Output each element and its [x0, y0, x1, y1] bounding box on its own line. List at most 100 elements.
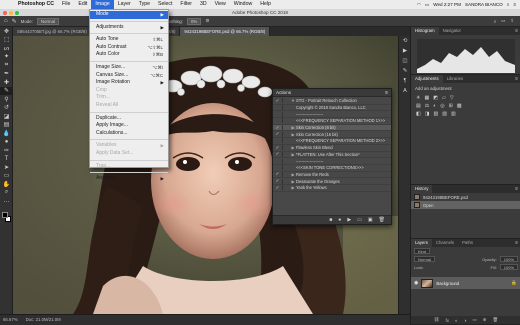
menu-item-auto-contrast[interactable]: Auto Contrast ⌥⇧⌘L — [90, 44, 168, 52]
opacity-field[interactable]: 100% — [499, 256, 518, 262]
menu-item-calculations[interactable]: Calculations... — [90, 130, 168, 138]
adjustment-icon[interactable]: ◨ — [425, 111, 430, 117]
history-state[interactable]: Open — [411, 201, 520, 209]
layer-filter-select[interactable]: Kind — [414, 248, 431, 254]
action-row[interactable]: ✓ ▶ Desaturate the Oranges — [273, 178, 391, 185]
mode-select[interactable]: Normal — [36, 17, 60, 25]
action-row[interactable]: ✓ ▶ *FLATTEN: Use After This Section* — [273, 151, 391, 159]
quick-select-tool-icon[interactable]: ✦ — [0, 53, 13, 62]
history-brush-icon[interactable]: ↺ — [0, 104, 13, 113]
panel-tab-paths[interactable]: Paths — [458, 239, 477, 247]
lasso-tool-icon[interactable]: ᔕ — [0, 44, 13, 53]
menu-item-adjustments[interactable]: Adjustments ▶ — [90, 24, 168, 32]
share-icon[interactable]: ⇪ — [510, 18, 514, 24]
menu-item-auto-color[interactable]: Auto Color ⇧⌘B — [90, 51, 168, 59]
menu-item-auto-tone[interactable]: Auto Tone ⇧⌘L — [90, 36, 168, 44]
action-toggle-check-icon[interactable]: ✓ — [273, 171, 282, 177]
new-group-icon[interactable]: ▭ — [472, 317, 476, 323]
action-row[interactable]: Copyright © 2018 Sandra Bianco, LLC — [273, 105, 391, 112]
stop-recording-icon[interactable]: ■ — [329, 217, 332, 223]
dialog-toggle[interactable] — [282, 98, 290, 104]
menu-item-image-rotation[interactable]: Image Rotation ▶ — [90, 79, 168, 87]
menu-item-canvas-size[interactable]: Canvas Size... ⌥⌘C — [90, 72, 168, 80]
dialog-toggle[interactable] — [282, 138, 290, 144]
action-row[interactable]: ✓ ▼ STG - Portrait Retouch Collection — [273, 98, 391, 105]
home-icon[interactable]: ⌂ — [4, 18, 8, 24]
clone-stamp-icon[interactable]: ⚲ — [0, 95, 13, 104]
panel-tab-history[interactable]: History — [411, 185, 433, 193]
zoom-window-button[interactable] — [15, 10, 19, 15]
dialog-toggle[interactable] — [282, 131, 290, 137]
menu-view[interactable]: View — [211, 0, 230, 9]
adjustment-icon[interactable]: ▤ — [416, 103, 421, 109]
menu-filter[interactable]: Filter — [176, 0, 196, 9]
menu-item-apply-image[interactable]: Apply Image... — [90, 122, 168, 130]
new-layer-icon[interactable]: ⊕ — [483, 317, 487, 323]
menu-edit[interactable]: Edit — [74, 0, 91, 9]
panel-menu-icon[interactable]: ≡ — [515, 239, 520, 247]
adjustment-icon[interactable]: ▱ — [442, 95, 446, 101]
record-icon[interactable]: ● — [338, 217, 341, 223]
add-mask-icon[interactable]: ◐ — [455, 318, 458, 323]
action-row[interactable]: ✓ ▶ Remove the Reds — [273, 171, 391, 179]
search-icon-ps[interactable]: ⌕ — [494, 19, 496, 24]
document-tab[interactable]: S86443705BT.jpg @ 66.7% (RGB/8) — [13, 27, 92, 36]
gradient-tool-icon[interactable]: ▤ — [0, 121, 13, 130]
user-name[interactable]: SANDRA BIANCO — [465, 2, 503, 7]
dialog-toggle[interactable] — [282, 145, 290, 151]
menu-item-trap[interactable]: Trap... — [90, 163, 168, 171]
blend-mode-select[interactable]: Normal — [414, 256, 435, 262]
close-window-button[interactable] — [3, 10, 7, 15]
new-set-icon[interactable]: ▭ — [357, 217, 362, 223]
action-toggle-check-icon[interactable]: ✓ — [273, 151, 282, 157]
panel-tab-adjustments[interactable]: Adjustments — [411, 75, 443, 83]
fill-field[interactable]: 100% — [499, 264, 518, 270]
menu-image[interactable]: Image — [91, 0, 114, 9]
adjustment-icon[interactable]: ▥ — [451, 111, 456, 117]
adjustment-icon[interactable]: ◐ — [433, 103, 436, 109]
dodge-tool-icon[interactable]: ● — [0, 138, 13, 147]
brush-preset-icon[interactable]: ✎ — [12, 18, 17, 25]
dialog-toggle[interactable] — [282, 125, 290, 131]
action-row[interactable]: <<<FREQUENCY SEPARATION METHOD 1>>> — [273, 118, 391, 125]
crop-tool-icon[interactable]: ⌗ — [0, 61, 13, 70]
adjustment-icon[interactable]: ⚖ — [425, 103, 429, 109]
adjustment-icon[interactable]: ☀ — [416, 95, 420, 101]
action-toggle-check-icon[interactable]: ✓ — [273, 98, 282, 104]
search-icon[interactable]: ⌕ — [507, 2, 510, 7]
visibility-eye-icon[interactable]: ◉ — [414, 280, 418, 286]
action-toggle-check-icon[interactable]: ✓ — [273, 125, 282, 131]
panel-menu-icon[interactable]: ≡ — [515, 27, 520, 35]
zoom-level[interactable]: 66.67% — [3, 315, 18, 325]
dialog-toggle[interactable] — [282, 118, 290, 124]
marquee-tool-icon[interactable]: ⬚ — [0, 36, 13, 45]
adjustment-icon[interactable]: ▨ — [442, 111, 447, 117]
play-icon[interactable]: ▶ — [347, 217, 351, 223]
blur-tool-icon[interactable]: 💧 — [0, 129, 13, 138]
eraser-tool-icon[interactable]: ◪ — [0, 112, 13, 121]
document-tab[interactable]: 94243198BEFORE.psd @ 66.7% (RGB/8) — [180, 27, 271, 36]
delete-icon[interactable]: 🗑 — [379, 217, 385, 223]
panel-menu-icon[interactable]: ≡ — [515, 185, 520, 193]
menu-select[interactable]: Select — [154, 0, 176, 9]
action-toggle-check-icon[interactable]: ✓ — [273, 185, 282, 191]
menu-3d[interactable]: 3D — [196, 0, 211, 9]
menu-item-mode[interactable]: Mode ▶ — [90, 11, 168, 19]
action-row[interactable]: <<<FREQUENCY SEPARATION METHOD 2>>> — [273, 138, 391, 145]
menu-file[interactable]: File — [58, 0, 74, 9]
dialog-toggle[interactable] — [282, 111, 290, 117]
menu-item-variables[interactable]: Variables ▶ — [90, 142, 168, 150]
action-row[interactable]: -------------------- — [273, 158, 391, 165]
panel-menu-icon[interactable]: ≡ — [515, 75, 520, 83]
clock[interactable]: Wed 2:27 PM — [433, 2, 461, 7]
more-tools-icon[interactable]: … — [0, 197, 13, 206]
dialog-toggle[interactable] — [282, 171, 290, 177]
panel-tab-histogram[interactable]: Histogram — [411, 27, 439, 35]
adjustment-icon[interactable]: ▧ — [433, 111, 438, 117]
dialog-toggle[interactable] — [282, 185, 290, 191]
menu-item-duplicate[interactable]: Duplicate... — [90, 115, 168, 123]
zoom-tool-icon[interactable]: ⌕ — [0, 189, 13, 198]
menu-help[interactable]: Help — [256, 0, 275, 9]
action-toggle-check-icon[interactable]: ✓ — [273, 145, 282, 151]
menu-type[interactable]: Type — [135, 0, 154, 9]
